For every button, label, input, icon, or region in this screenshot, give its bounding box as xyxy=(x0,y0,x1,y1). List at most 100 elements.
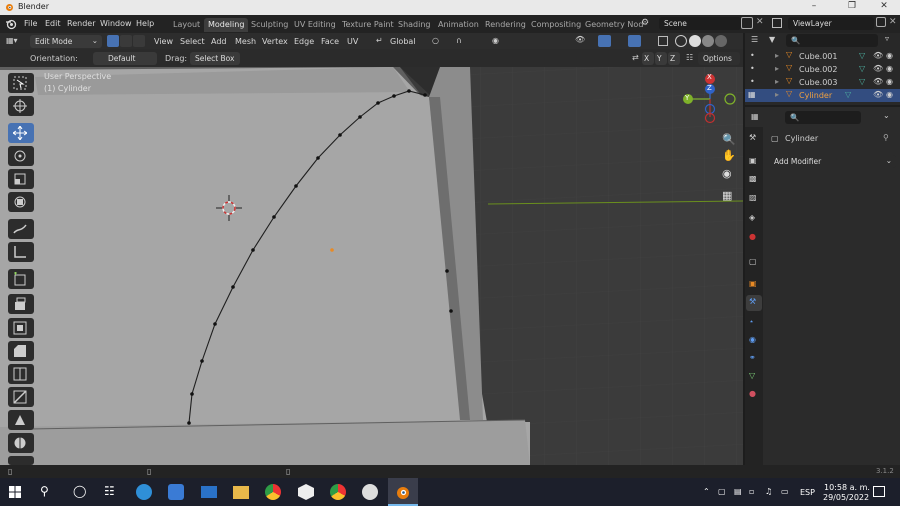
3d-viewport[interactable]: User Perspective (1) Cylinder X Z Y 🔍 ✋ … xyxy=(0,67,743,465)
edge-select-icon[interactable] xyxy=(120,35,132,47)
cursor-tool[interactable] xyxy=(8,96,34,116)
wireframe-shading-icon[interactable] xyxy=(675,35,687,47)
tab-compositing[interactable]: Compositing xyxy=(527,18,585,32)
material-tab-icon[interactable]: ● xyxy=(749,389,756,398)
zoom-icon[interactable]: 🔍 xyxy=(722,133,736,146)
tab-shading[interactable]: Shading xyxy=(394,18,435,32)
tab-modeling[interactable]: Modeling xyxy=(204,18,249,32)
eye-icon[interactable]: 👁 xyxy=(873,64,883,73)
data-tab-icon[interactable]: ▽ xyxy=(749,371,755,380)
proportional-edit-icon[interactable]: ◉ xyxy=(492,36,499,45)
outliner-filter-icon[interactable]: ▼ xyxy=(769,35,775,44)
menu-uv[interactable]: UV xyxy=(347,37,358,46)
constraints-tab-icon[interactable]: ⚭ xyxy=(749,353,756,362)
properties-search-input[interactable]: 🔍 xyxy=(785,111,861,124)
tab-animation[interactable]: Animation xyxy=(434,18,483,32)
camera-icon[interactable]: ◉ xyxy=(886,64,893,73)
knife-tool[interactable] xyxy=(8,387,34,407)
menu-mesh[interactable]: Mesh xyxy=(235,37,256,46)
eye-icon[interactable]: 👁 xyxy=(873,77,883,86)
outliner-row[interactable]: • ▸ ▽ Cube.001 ▽ 👁 ◉ xyxy=(745,50,900,63)
menu-window[interactable]: Window xyxy=(100,19,132,28)
gizmo-x-label[interactable]: X xyxy=(707,73,712,81)
app-cube-icon[interactable] xyxy=(298,484,314,500)
expand-icon[interactable]: ▸ xyxy=(775,51,779,60)
minimize-button[interactable]: – xyxy=(800,1,828,11)
windows-start-icon[interactable] xyxy=(9,486,21,498)
language-indicator[interactable]: ESP xyxy=(800,488,815,497)
transform-tool[interactable] xyxy=(8,192,34,212)
menu-face[interactable]: Face xyxy=(321,37,339,46)
mirror-x-toggle[interactable]: X xyxy=(642,51,654,65)
drag-dropdown[interactable]: Select Box xyxy=(190,51,240,65)
spin-tool[interactable] xyxy=(8,433,34,453)
volume-icon[interactable]: ♫ xyxy=(765,487,772,496)
expand-icon[interactable]: ▸ xyxy=(775,77,779,86)
orientation-dropdown[interactable]: Default xyxy=(93,51,157,65)
close-button[interactable]: ✕ xyxy=(870,1,898,11)
clock-date[interactable]: 29/05/2022 xyxy=(823,493,869,502)
maximize-button[interactable]: ❐ xyxy=(838,1,866,11)
camera-icon[interactable]: ◉ xyxy=(886,90,893,99)
tool-tab-icon[interactable]: ⚒ xyxy=(749,133,756,142)
scene-tab-icon[interactable]: ◈ xyxy=(749,213,755,222)
menu-render[interactable]: Render xyxy=(67,19,95,28)
view-layer-tab-icon[interactable]: ▨ xyxy=(749,193,757,202)
wrench-icon[interactable]: ⚒ xyxy=(749,297,756,306)
perspective-toggle-icon[interactable]: ▦ xyxy=(722,189,732,202)
annotate-tool[interactable] xyxy=(8,219,34,239)
menu-edge[interactable]: Edge xyxy=(294,37,314,46)
clock-time[interactable]: 10:58 a. m. xyxy=(824,483,870,492)
file-explorer-icon[interactable] xyxy=(233,486,249,499)
blender-menu-icon[interactable] xyxy=(5,18,17,30)
menu-help[interactable]: Help xyxy=(136,19,154,28)
remove-view-layer-icon[interactable]: ✕ xyxy=(889,17,897,27)
add-modifier-button[interactable]: Add Modifier ⌄ xyxy=(769,155,896,168)
solid-shading-icon[interactable] xyxy=(689,35,701,47)
xray-toggle-icon[interactable] xyxy=(658,36,668,46)
snap-icon[interactable]: ∩ xyxy=(456,36,462,45)
gizmo-y-label[interactable]: Y xyxy=(685,94,689,102)
tab-layout[interactable]: Layout xyxy=(169,18,204,32)
eye-icon[interactable]: 👁 xyxy=(873,90,883,99)
pan-hand-icon[interactable]: ✋ xyxy=(722,149,736,162)
search-icon[interactable]: ⚲ xyxy=(40,484,49,498)
cortana-icon[interactable]: ◯ xyxy=(73,484,86,498)
inset-tool[interactable] xyxy=(8,318,34,338)
collection-tab-icon[interactable]: ▢ xyxy=(749,257,757,266)
edge-browser-icon[interactable] xyxy=(136,484,152,500)
output-tab-icon[interactable]: ▩ xyxy=(749,174,757,183)
expand-icon[interactable]: ▸ xyxy=(775,90,779,99)
outliner-funnel-icon[interactable]: ▿ xyxy=(885,34,889,43)
tray-screen-icon[interactable]: ▤ xyxy=(734,487,742,496)
tab-uv-editing[interactable]: UV Editing xyxy=(290,18,340,32)
new-scene-icon[interactable] xyxy=(741,17,753,29)
outliner-row[interactable]: • ▸ ▽ Cube.002 ▽ 👁 ◉ xyxy=(745,63,900,76)
chrome-profile-icon[interactable] xyxy=(330,484,346,500)
scale-tool[interactable] xyxy=(8,169,34,189)
menu-add[interactable]: Add xyxy=(211,37,227,46)
menu-edit[interactable]: Edit xyxy=(45,19,61,28)
view-layer-field[interactable]: ViewLayer xyxy=(788,17,874,30)
remove-scene-icon[interactable]: ✕ xyxy=(756,17,764,27)
gizmo-toggle-icon[interactable] xyxy=(598,35,611,47)
menu-vertex[interactable]: Vertex xyxy=(262,37,288,46)
object-tab-icon[interactable]: ▣ xyxy=(749,279,757,288)
mail-icon[interactable] xyxy=(201,486,217,498)
tab-sculpting[interactable]: Sculpting xyxy=(247,18,292,32)
render-tab-icon[interactable]: ▣ xyxy=(749,156,757,165)
select-box-tool[interactable] xyxy=(8,73,34,93)
loop-cut-tool[interactable] xyxy=(8,364,34,384)
smooth-tool[interactable] xyxy=(8,456,34,465)
world-tab-icon[interactable]: ● xyxy=(749,232,756,241)
outliner-row[interactable]: • ▸ ▽ Cube.003 ▽ 👁 ◉ xyxy=(745,76,900,89)
outliner-editor-icon[interactable]: ☰ xyxy=(751,35,758,44)
task-view-icon[interactable]: ☷ xyxy=(104,484,115,498)
outliner-search-input[interactable]: 🔍 xyxy=(786,34,878,47)
camera-view-icon[interactable]: ◉ xyxy=(722,167,732,180)
scene-field[interactable]: Scene xyxy=(659,17,741,30)
overlay-toggle-icon[interactable] xyxy=(628,35,641,47)
rotate-tool[interactable] xyxy=(8,146,34,166)
editor-type-icon[interactable]: ▦▾ xyxy=(6,36,18,45)
mode-selector[interactable]: Edit Mode ⌄ xyxy=(30,34,102,48)
